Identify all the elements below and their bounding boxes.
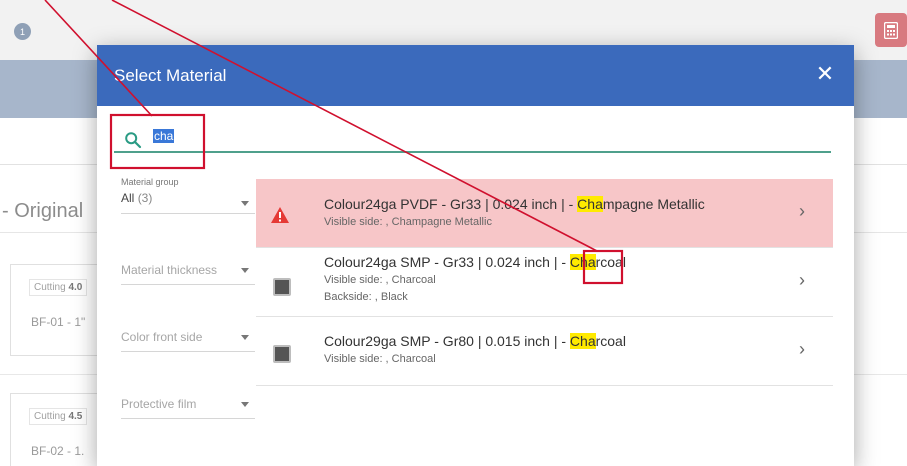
search-match-highlight: Cha xyxy=(577,196,603,212)
visible-side-text: Visible side: , Charcoal xyxy=(324,274,436,286)
close-button[interactable]: ✕ xyxy=(814,63,836,85)
backside-text: Backside: , Black xyxy=(324,291,408,303)
protective-film-select[interactable]: Protective film xyxy=(121,397,255,419)
color-front-side-select[interactable]: Color front side xyxy=(121,330,255,352)
material-result-row[interactable]: Colour29ga SMP - Gr80 | 0.015 inch | - C… xyxy=(256,317,833,386)
material-result-row[interactable]: Colour24ga PVDF - Gr33 | 0.024 inch | - … xyxy=(256,179,833,248)
calculator-icon xyxy=(884,21,898,39)
dialog-title: Select Material xyxy=(114,65,227,85)
search-match-highlight: Cha xyxy=(569,254,596,270)
select-material-dialog: Select Material ✕ cha Material group All… xyxy=(97,45,854,466)
material-title: Colour24ga SMP - Gr33 | 0.024 inch | - C… xyxy=(324,254,626,270)
chevron-down-icon xyxy=(241,268,249,273)
background-item-card[interactable]: Cutting 4.5 BF-02 - 1. xyxy=(10,393,100,466)
chevron-right-icon: › xyxy=(799,201,805,221)
item-code: BF-01 - 1" xyxy=(31,315,86,329)
material-result-row[interactable]: Colour24ga SMP - Gr33 | 0.024 inch | - C… xyxy=(256,248,833,317)
background-section-title: - Original xyxy=(2,200,84,222)
close-icon: ✕ xyxy=(815,61,835,86)
material-group-label: Material group xyxy=(121,177,179,187)
material-thickness-placeholder: Material thickness xyxy=(121,263,218,277)
search-field[interactable] xyxy=(114,125,831,153)
calculator-button[interactable] xyxy=(875,13,907,47)
notification-badge[interactable]: 1 xyxy=(14,23,31,40)
chevron-down-icon xyxy=(241,201,249,206)
protective-film-placeholder: Protective film xyxy=(121,397,197,411)
material-thickness-select[interactable]: Material thickness xyxy=(121,263,255,285)
material-title: Colour29ga SMP - Gr80 | 0.015 inch | - C… xyxy=(324,333,626,349)
color-front-side-placeholder: Color front side xyxy=(121,330,203,344)
dialog-header: Select Material ✕ xyxy=(97,45,854,106)
background-item-card[interactable]: Cutting 4.0 BF-01 - 1" xyxy=(10,264,100,356)
chevron-right-icon: › xyxy=(799,270,805,290)
material-title: Colour24ga PVDF - Gr33 | 0.024 inch | - … xyxy=(324,196,705,212)
search-match-highlight: Cha xyxy=(569,333,596,349)
cutting-tag: Cutting 4.5 xyxy=(29,408,88,425)
item-code: BF-02 - 1. xyxy=(31,444,85,458)
color-swatch xyxy=(273,345,291,363)
chevron-down-icon xyxy=(241,335,249,340)
material-group-value: All (3) xyxy=(121,191,153,205)
material-group-select[interactable]: Material group All (3) xyxy=(121,177,255,214)
warning-icon xyxy=(271,207,289,223)
visible-side-text: Visible side: , Champagne Metallic xyxy=(324,216,492,228)
chevron-down-icon xyxy=(241,402,249,407)
search-icon xyxy=(125,132,142,149)
color-swatch xyxy=(273,278,291,296)
cutting-tag: Cutting 4.0 xyxy=(29,279,88,296)
visible-side-text: Visible side: , Charcoal xyxy=(324,353,436,365)
search-input[interactable]: cha xyxy=(153,129,175,143)
chevron-right-icon: › xyxy=(799,339,805,359)
